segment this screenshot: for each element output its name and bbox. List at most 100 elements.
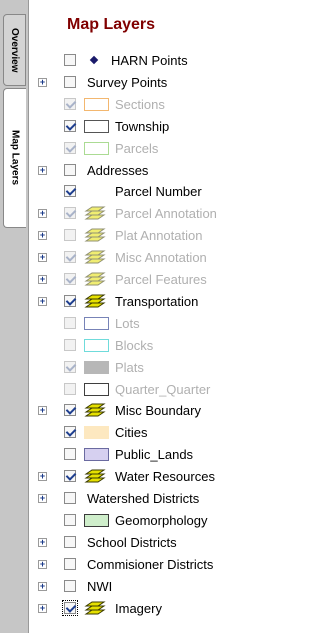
layer-row-township: Township [29, 117, 293, 138]
layer-group-icon [84, 272, 106, 286]
layer-label: Watershed Districts [87, 491, 200, 506]
layer-label: Parcel Features [115, 272, 207, 287]
layer-row-survey-points: + Survey Points [29, 73, 293, 94]
layer-label: Cities [115, 425, 148, 441]
layer-row-lots: Lots [29, 314, 293, 335]
panel-title: Map Layers [67, 16, 156, 33]
layer-row-parcel-annotation: + Parcel Annotation [29, 204, 293, 225]
expand-toggle-parcel-features[interactable]: + [38, 275, 47, 284]
layer-label: Quarter_Quarter [115, 381, 211, 397]
checkbox-misc-annotation[interactable] [64, 251, 76, 264]
expand-toggle-survey-points[interactable]: + [38, 77, 47, 87]
checkbox-harn-points[interactable] [64, 54, 76, 66]
expand-toggle-parcel-annotation[interactable]: + [38, 209, 47, 219]
expand-toggle-watershed-districts[interactable]: + [38, 494, 47, 503]
checkbox-watershed-districts[interactable] [64, 492, 76, 504]
layer-row-imagery: + Imagery [29, 599, 293, 620]
layer-row-transportation: + Transportation [29, 292, 293, 313]
layer-label: Survey Points [87, 74, 168, 90]
layer-row-parcels: Parcels [29, 139, 293, 160]
symbol-swatch-plats [84, 360, 109, 374]
layer-row-watershed-districts: + Watershed Districts [29, 489, 293, 510]
tab-map-layers[interactable]: Map Layers [3, 88, 26, 228]
layer-row-plats: Plats [29, 358, 293, 379]
checkbox-survey-points[interactable] [64, 75, 76, 88]
checkbox-commisioner-districts[interactable] [64, 557, 76, 570]
expand-toggle-school-districts[interactable]: + [38, 537, 47, 547]
symbol-swatch-parcels [84, 141, 109, 155]
layer-row-nwi: + NWI [29, 577, 293, 598]
expand-toggle-transportation[interactable]: + [38, 296, 47, 306]
checkbox-cities[interactable] [64, 426, 76, 439]
layer-group-icon [84, 206, 106, 220]
layer-label: NWI [87, 578, 113, 594]
layer-label: Plats [115, 359, 144, 375]
layer-label: Imagery [115, 600, 162, 616]
layer-row-water-resources: + Water Resources [29, 467, 293, 488]
layer-label: Water Resources [115, 469, 215, 485]
symbol-swatch-geomorphology [84, 513, 109, 527]
checkbox-plat-annotation[interactable] [64, 229, 76, 242]
expand-toggle-commisioner-districts[interactable]: + [38, 559, 47, 569]
expand-toggle-water-resources[interactable]: + [38, 472, 47, 482]
layer-label: Parcel Number [115, 184, 202, 200]
side-tab-strip: Overview Map Layers [0, 0, 28, 633]
checkbox-imagery[interactable] [62, 599, 78, 616]
layer-label: Transportation [115, 293, 199, 309]
layer-row-addresses: + Addresses [29, 161, 293, 182]
tab-map-layers-label: Map Layers [9, 130, 21, 186]
layer-label: School Districts [87, 534, 177, 550]
expand-toggle-imagery[interactable]: + [38, 603, 47, 613]
layer-label: Parcels [115, 140, 159, 156]
layer-group-icon [84, 403, 106, 417]
symbol-swatch-blocks [84, 338, 109, 352]
symbol-swatch-township [84, 119, 109, 133]
layer-group-icon [84, 601, 106, 614]
layers-panel: Map Layers HARN Points + Survey Points Sect… [28, 0, 293, 633]
layer-label: HARN Points [111, 53, 188, 68]
expand-toggle-nwi[interactable]: + [38, 581, 47, 591]
checkbox-blocks[interactable] [64, 338, 76, 351]
layer-label: Plat Annotation [115, 228, 203, 244]
layer-row-misc-boundary: + Misc Boundary [29, 401, 293, 422]
checkbox-parcel-annotation[interactable] [64, 207, 76, 220]
checkbox-addresses[interactable] [64, 163, 76, 176]
symbol-swatch-sections [84, 97, 109, 111]
checkbox-geomorphology[interactable] [64, 513, 76, 526]
checkbox-parcel-number[interactable] [64, 185, 76, 198]
symbol-swatch-public-lands [84, 448, 109, 462]
checkbox-township[interactable] [64, 119, 76, 132]
layer-row-cities: Cities [29, 423, 293, 444]
checkbox-school-districts[interactable] [64, 535, 76, 548]
layer-row-parcel-number: Parcel Number [29, 182, 293, 203]
checkbox-parcels[interactable] [64, 141, 76, 154]
checkbox-lots[interactable] [64, 316, 76, 329]
layer-row-quarter-quarter: Quarter_Quarter [29, 380, 293, 401]
layer-row-plat-annotation: + Plat Annotation [29, 226, 293, 247]
layer-label: Lots [115, 315, 140, 331]
checkbox-sections[interactable] [64, 97, 76, 110]
checkbox-quarter-quarter[interactable] [64, 382, 76, 395]
point-symbol-icon [89, 55, 99, 65]
checkbox-parcel-features[interactable] [64, 273, 76, 285]
tab-overview[interactable]: Overview [3, 14, 26, 86]
checkbox-plats[interactable] [64, 360, 76, 373]
checkbox-nwi[interactable] [64, 579, 76, 592]
checkbox-water-resources[interactable] [64, 470, 76, 483]
layer-label: Commisioner Districts [87, 556, 214, 572]
layer-group-icon [84, 294, 106, 308]
expand-toggle-misc-boundary[interactable]: + [38, 406, 47, 416]
expand-toggle-misc-annotation[interactable]: + [38, 253, 47, 263]
symbol-swatch-lots [84, 316, 109, 330]
checkbox-public-lands[interactable] [64, 448, 76, 461]
checkbox-misc-boundary[interactable] [64, 404, 76, 417]
checkbox-transportation[interactable] [64, 294, 76, 307]
layer-label: Misc Annotation [115, 250, 207, 266]
layer-row-blocks: Blocks [29, 336, 293, 357]
layer-label: Geomorphology [115, 512, 208, 528]
expand-toggle-addresses[interactable]: + [38, 165, 47, 175]
layer-label: Addresses [87, 162, 149, 178]
layer-group-icon [84, 469, 106, 483]
expand-toggle-plat-annotation[interactable]: + [38, 231, 47, 241]
layer-label: Blocks [115, 337, 154, 353]
